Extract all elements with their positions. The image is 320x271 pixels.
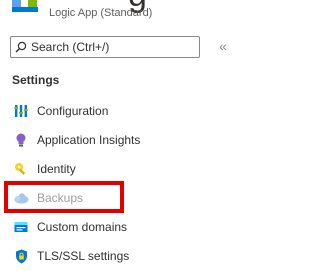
search-placeholder: Search (Ctrl+/) bbox=[31, 40, 110, 54]
shield-icon bbox=[13, 248, 29, 264]
nav-item-configuration[interactable]: Configuration bbox=[10, 99, 230, 123]
collapse-menu-button[interactable]: « bbox=[213, 37, 233, 55]
nav-item-backups[interactable]: Backups bbox=[10, 186, 230, 210]
search-input[interactable]: Search (Ctrl+/) bbox=[10, 36, 200, 58]
nav-item-application-insights[interactable]: Application Insights bbox=[10, 128, 230, 152]
cloud-backup-icon bbox=[13, 190, 29, 206]
logic-app-logo-icon bbox=[12, 0, 38, 12]
nav-item-label: Backups bbox=[37, 191, 84, 205]
app-blade: g Logic App (Standard) Search (Ctrl+/) «… bbox=[0, 0, 247, 271]
configuration-icon bbox=[13, 103, 29, 119]
section-title-settings: Settings bbox=[12, 73, 60, 87]
nav-item-label: Custom domains bbox=[37, 220, 128, 234]
nav-item-label: Identity bbox=[37, 162, 76, 176]
custom-domains-icon bbox=[13, 219, 29, 235]
page-subtitle: Logic App (Standard) bbox=[49, 7, 153, 19]
nav-item-custom-domains[interactable]: Custom domains bbox=[10, 215, 230, 239]
nav-item-label: Application Insights bbox=[37, 133, 141, 147]
search-icon bbox=[15, 41, 27, 53]
nav-item-label: TLS/SSL settings bbox=[37, 249, 130, 263]
identity-key-icon bbox=[13, 161, 29, 177]
nav-item-tls-ssl-settings[interactable]: TLS/SSL settings bbox=[10, 244, 230, 268]
nav-item-identity[interactable]: Identity bbox=[10, 157, 230, 181]
nav-item-label: Configuration bbox=[37, 104, 109, 118]
lightbulb-icon bbox=[13, 132, 29, 148]
